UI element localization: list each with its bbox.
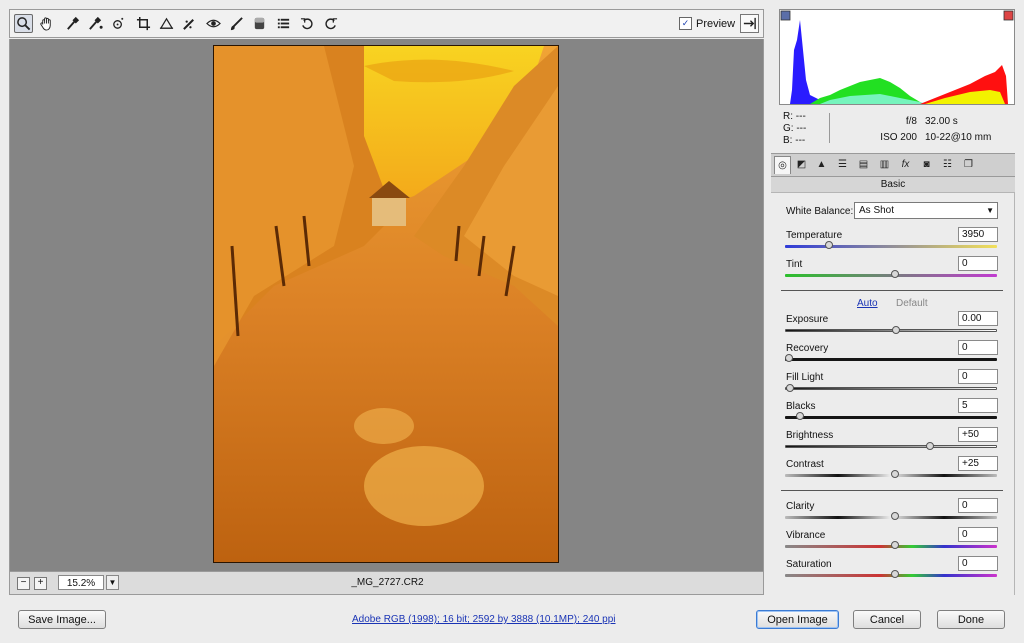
photo-image (214, 46, 558, 562)
photo-preview[interactable] (213, 45, 559, 563)
brightness-field[interactable]: +50 (958, 427, 998, 442)
save-image-button[interactable]: Save Image... (18, 610, 106, 629)
clarity-label: Clarity (786, 501, 815, 512)
tab-lens-corrections-icon[interactable]: ▥ (876, 156, 893, 174)
shutter-value: 32.00 s (925, 116, 958, 127)
done-button[interactable]: Done (937, 610, 1005, 629)
clarity-slider[interactable] (785, 512, 997, 520)
open-image-button[interactable]: Open Image (756, 610, 839, 629)
brightness-label: Brightness (786, 430, 834, 441)
crop-tool-icon[interactable] (134, 14, 153, 33)
exposure-field[interactable]: 0.00 (958, 311, 998, 326)
status-bar: − + 15.2% ▼ _MG_2727.CR2 (9, 571, 764, 595)
default-link[interactable]: Default (896, 298, 928, 309)
hand-tool-icon[interactable] (37, 14, 56, 33)
divider (781, 290, 1003, 291)
tint-slider[interactable] (785, 270, 997, 278)
highlight-clipping-warning-icon[interactable] (1003, 10, 1014, 21)
tab-camera-calibration-icon[interactable]: ◙ (918, 156, 935, 174)
saturation-label: Saturation (786, 559, 832, 570)
g-label: G: (783, 123, 794, 134)
blacks-slider[interactable] (785, 412, 997, 420)
readout-info: R: --- G: --- B: --- f/8 ISO 200 32.00 s… (779, 109, 1015, 153)
g-value: --- (796, 123, 807, 134)
cancel-button[interactable]: Cancel (853, 610, 921, 629)
panel-title: Basic (771, 177, 1015, 193)
tab-tone-curve-icon[interactable]: ◩ (793, 156, 810, 174)
filename-label: _MG_2727.CR2 (351, 577, 424, 588)
fill-light-slider[interactable] (785, 384, 997, 392)
divider (781, 490, 1003, 491)
tab-detail-icon[interactable]: ▲ (813, 156, 830, 174)
recovery-label: Recovery (786, 343, 829, 354)
recovery-slider[interactable] (785, 354, 997, 362)
temperature-label: Temperature (786, 230, 843, 241)
preview-label: Preview (696, 17, 736, 30)
clarity-field[interactable]: 0 (958, 498, 998, 513)
toolbar: ✓ Preview (9, 9, 764, 38)
panel-tabs: ◎ ◩ ▲ ☰ ▤ ▥ fx ◙ ☷ ❐ (771, 153, 1015, 177)
preview-toggle[interactable]: ✓ Preview (679, 17, 735, 30)
saturation-slider[interactable] (785, 570, 997, 578)
workflow-options-link[interactable]: Adobe RGB (1998); 16 bit; 2592 by 3888 (… (352, 614, 616, 625)
recovery-field[interactable]: 0 (958, 340, 998, 355)
adjustment-brush-icon[interactable] (227, 14, 246, 33)
b-label: B: (783, 135, 793, 146)
tab-basic-icon[interactable]: ◎ (774, 156, 791, 174)
saturation-field[interactable]: 0 (958, 556, 998, 571)
histogram (779, 9, 1015, 105)
spot-removal-tool-icon[interactable] (180, 14, 199, 33)
contrast-field[interactable]: +25 (958, 456, 998, 471)
aperture-value: f/8 (905, 116, 917, 127)
targeted-adjustment-tool-icon[interactable] (109, 14, 128, 33)
lens-value: 10-22@10 mm (925, 132, 992, 143)
contrast-label: Contrast (786, 459, 824, 470)
brightness-slider[interactable] (785, 442, 997, 450)
tab-hsl-icon[interactable]: ☰ (834, 156, 851, 174)
exposure-label: Exposure (786, 314, 829, 325)
r-label: R: (783, 111, 793, 122)
vibrance-label: Vibrance (786, 530, 826, 541)
white-balance-value: As Shot (859, 205, 895, 216)
preferences-icon[interactable] (274, 14, 293, 33)
r-value: --- (795, 111, 806, 122)
fullscreen-toggle-icon[interactable] (740, 14, 759, 33)
b-value: --- (795, 135, 806, 146)
color-sampler-tool-icon[interactable] (86, 14, 105, 33)
blacks-label: Blacks (786, 401, 816, 412)
fill-light-field[interactable]: 0 (958, 369, 998, 384)
contrast-slider[interactable] (785, 470, 997, 478)
rotate-right-icon[interactable] (321, 14, 340, 33)
rotate-left-icon[interactable] (298, 14, 317, 33)
tab-split-toning-icon[interactable]: ▤ (855, 156, 872, 174)
iso-value: ISO 200 (880, 132, 917, 143)
blacks-field[interactable]: 5 (958, 398, 998, 413)
temperature-field[interactable]: 3950 (958, 227, 998, 242)
fill-light-label: Fill Light (786, 372, 824, 383)
tab-presets-icon[interactable]: ☷ (939, 156, 956, 174)
zoom-tool-icon[interactable] (14, 14, 33, 33)
preview-checkbox[interactable]: ✓ (679, 17, 692, 30)
basic-panel: White Balance: As Shot ▼ Temperature 395… (771, 193, 1015, 595)
red-eye-removal-tool-icon[interactable] (204, 14, 223, 33)
straighten-tool-icon[interactable] (157, 14, 176, 33)
vibrance-slider[interactable] (785, 541, 997, 549)
exposure-slider[interactable] (785, 326, 997, 334)
tint-field[interactable]: 0 (958, 256, 998, 271)
shadow-clipping-warning-icon[interactable] (780, 10, 791, 21)
auto-link[interactable]: Auto (857, 298, 878, 309)
graduated-filter-icon[interactable] (250, 14, 269, 33)
white-balance-select[interactable]: As Shot ▼ (854, 202, 998, 219)
tab-snapshots-icon[interactable]: ❐ (960, 156, 977, 174)
tint-label: Tint (786, 259, 803, 270)
white-balance-label: White Balance: (786, 206, 854, 217)
vibrance-field[interactable]: 0 (958, 527, 998, 542)
chevron-down-icon: ▼ (986, 206, 994, 215)
white-balance-tool-icon[interactable] (63, 14, 82, 33)
temperature-slider[interactable] (785, 241, 997, 249)
tab-effects-icon[interactable]: fx (897, 156, 914, 174)
